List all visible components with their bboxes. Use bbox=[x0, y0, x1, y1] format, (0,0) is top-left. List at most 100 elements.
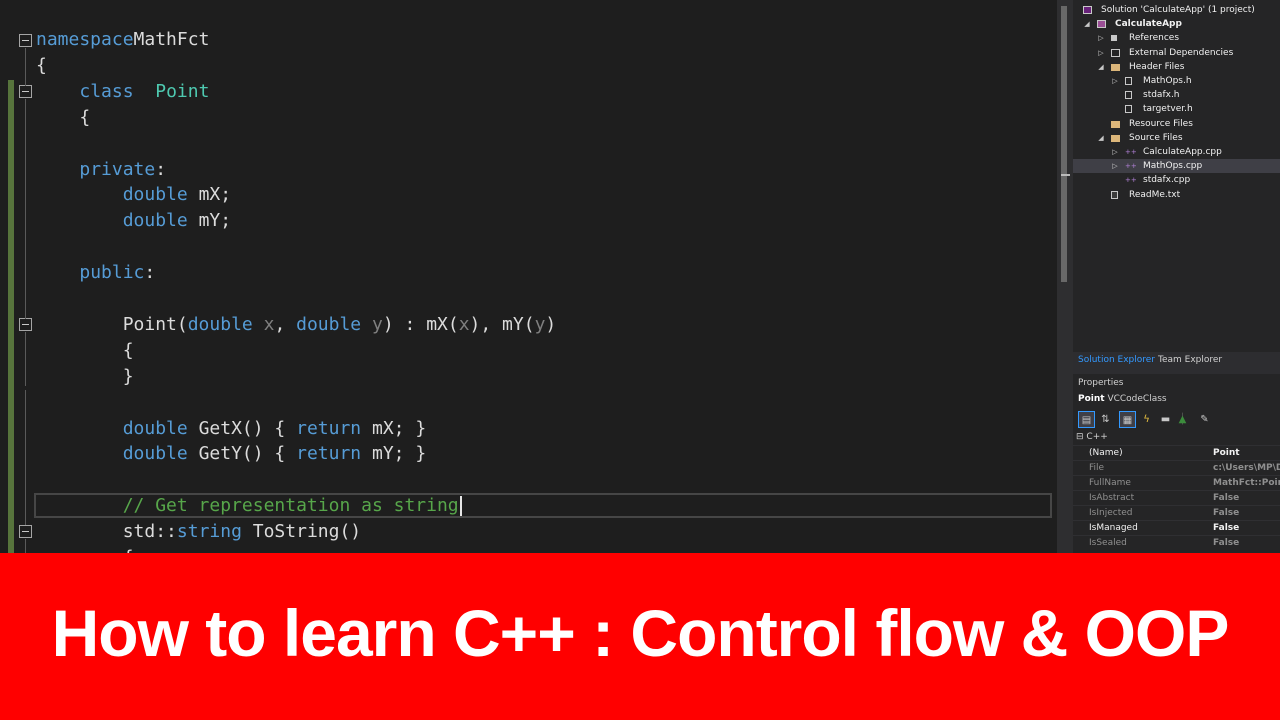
tree-item[interactable]: Solution 'CalculateApp' (1 project) bbox=[1073, 3, 1280, 17]
code-line[interactable]: double GetY() { return mY; } bbox=[36, 441, 426, 467]
property-value[interactable]: Point bbox=[1213, 446, 1240, 461]
code-token: ) bbox=[545, 313, 557, 335]
property-name: IsManaged bbox=[1089, 523, 1138, 533]
code-line[interactable]: double GetX() { return mX; } bbox=[36, 416, 426, 442]
expand-arrow-icon[interactable]: ▷ bbox=[1111, 74, 1119, 88]
cpp-file-icon bbox=[1125, 173, 1137, 187]
fold-guide bbox=[25, 390, 26, 525]
code-token: string bbox=[176, 521, 242, 543]
fold-toggle-constructor[interactable] bbox=[19, 318, 32, 331]
code-line[interactable]: { bbox=[36, 545, 134, 553]
splitter-handle[interactable] bbox=[1062, 174, 1070, 176]
code-line[interactable]: private: bbox=[36, 157, 166, 183]
property-row[interactable]: IsSealed False bbox=[1073, 535, 1280, 550]
code-line[interactable]: { bbox=[36, 105, 90, 131]
fold-guide bbox=[25, 48, 26, 86]
tree-item[interactable]: ◢ CalculateApp bbox=[1073, 17, 1280, 31]
scrollbar-thumb[interactable] bbox=[1061, 6, 1067, 282]
code-token: Fct bbox=[176, 29, 210, 50]
code-line[interactable]: namespaceMathFct bbox=[36, 27, 209, 53]
fold-guide bbox=[25, 332, 26, 386]
folder-icon bbox=[1111, 134, 1120, 142]
tree-item[interactable]: ▷ MathOps.h bbox=[1073, 74, 1280, 88]
alphabetical-sort-icon[interactable]: ⇅ bbox=[1097, 411, 1114, 428]
property-value[interactable]: c:\Users\MP\De bbox=[1213, 461, 1280, 476]
property-name: File bbox=[1089, 463, 1105, 473]
tree-item-label: stdafx.h bbox=[1143, 90, 1180, 101]
expand-arrow-icon[interactable]: ▷ bbox=[1097, 46, 1105, 60]
code-line[interactable]: double mY; bbox=[36, 208, 231, 234]
property-value[interactable]: False bbox=[1213, 521, 1239, 536]
properties-object-selector[interactable]: Point VCCodeClass bbox=[1078, 394, 1167, 404]
code-token: Math bbox=[133, 29, 177, 50]
property-pages-icon[interactable]: ▬ bbox=[1157, 411, 1174, 428]
tree-item[interactable]: ◢ Header Files bbox=[1073, 60, 1280, 74]
tree-item-label: MathOps.h bbox=[1143, 76, 1192, 86]
property-row[interactable]: File c:\Users\MP\De bbox=[1073, 460, 1280, 475]
category-header[interactable]: ⊟ C++ bbox=[1076, 432, 1108, 442]
header-file-icon bbox=[1125, 77, 1132, 85]
expand-arrow-icon[interactable]: ▷ bbox=[1111, 159, 1119, 173]
code-line[interactable]: double mX; bbox=[36, 182, 231, 208]
code-token: : bbox=[144, 262, 156, 284]
tree-item[interactable]: targetver.h bbox=[1073, 102, 1280, 116]
tree-item[interactable]: ▷ MathOps.cpp bbox=[1073, 159, 1280, 174]
property-value[interactable]: MathFct::Point bbox=[1213, 476, 1280, 491]
fold-toggle-tostring[interactable] bbox=[19, 525, 32, 538]
tree-item-label: External Dependencies bbox=[1129, 47, 1234, 58]
tree-item[interactable]: Resource Files bbox=[1073, 117, 1280, 131]
properties-view-icon[interactable]: ▦ bbox=[1119, 411, 1136, 428]
code-token: { bbox=[36, 54, 47, 76]
property-row[interactable]: IsInjected False bbox=[1073, 505, 1280, 520]
expand-arrow-icon[interactable]: ◢ bbox=[1097, 60, 1105, 74]
current-line-highlight bbox=[34, 493, 1052, 518]
collapse-icon[interactable]: ⊟ bbox=[1076, 432, 1086, 442]
property-row[interactable]: (Name) Point bbox=[1073, 445, 1280, 460]
tab-solution-explorer[interactable]: Solution Explorer bbox=[1078, 352, 1155, 368]
code-line[interactable]: { bbox=[36, 338, 134, 364]
property-row[interactable]: FullName MathFct::Point bbox=[1073, 475, 1280, 490]
tree-item[interactable]: ▷ CalculateApp.cpp bbox=[1073, 145, 1280, 159]
code-token: : bbox=[155, 158, 167, 180]
property-value[interactable]: False bbox=[1213, 506, 1239, 521]
code-line[interactable]: std::string ToString() bbox=[36, 519, 361, 545]
expand-arrow-icon[interactable]: ▷ bbox=[1111, 145, 1119, 159]
tree-item[interactable]: stdafx.cpp bbox=[1073, 173, 1280, 187]
code-token: double bbox=[122, 443, 188, 465]
code-token: mX; } bbox=[361, 417, 427, 439]
property-row[interactable]: IsAbstract False bbox=[1073, 490, 1280, 505]
tab-team-explorer[interactable]: Team Explorer bbox=[1158, 352, 1222, 368]
property-value[interactable]: False bbox=[1213, 491, 1239, 506]
expand-arrow-icon[interactable]: ▷ bbox=[1097, 31, 1105, 45]
properties-toolbar: ▤ ⇅ ▦ ϟ ▬ │ ▲ ✎ bbox=[1078, 411, 1278, 429]
property-value[interactable]: False bbox=[1213, 536, 1239, 551]
fold-toggle-class[interactable] bbox=[19, 85, 32, 98]
tree-item[interactable]: ▷ References bbox=[1073, 31, 1280, 45]
tree-item[interactable]: ◢ Source Files bbox=[1073, 131, 1280, 145]
tree-item[interactable]: stdafx.h bbox=[1073, 88, 1280, 102]
tree-item[interactable]: ▷ External Dependencies bbox=[1073, 46, 1280, 60]
code-line[interactable]: } bbox=[36, 364, 134, 390]
code-line[interactable]: { bbox=[36, 53, 47, 79]
tree-item-label: MathOps.cpp bbox=[1143, 161, 1203, 172]
references-icon bbox=[1111, 35, 1117, 42]
property-row[interactable]: IsManaged False bbox=[1073, 520, 1280, 535]
code-editor[interactable]: namespaceMathFct{ class Point { private:… bbox=[0, 0, 1057, 553]
code-line[interactable]: Point(double x, double y) : mX(x), mY(y) bbox=[36, 312, 557, 338]
expand-arrow-icon[interactable]: ◢ bbox=[1083, 17, 1091, 31]
fold-toggle-namespace[interactable] bbox=[19, 34, 32, 47]
editor-vertical-scrollbar[interactable] bbox=[1057, 0, 1073, 553]
banner-title: How to learn C++ : Control flow & OOP bbox=[51, 596, 1230, 670]
header-file-icon bbox=[1125, 91, 1132, 100]
object-type: VCCodeClass bbox=[1107, 394, 1167, 404]
property-name: IsAbstract bbox=[1089, 493, 1135, 503]
wrench-icon[interactable]: ✎ bbox=[1196, 411, 1213, 428]
expand-arrow-icon[interactable]: ◢ bbox=[1097, 131, 1105, 145]
categorized-view-icon[interactable]: ▤ bbox=[1078, 411, 1095, 428]
green-arrow-icon[interactable]: ▲ bbox=[1174, 411, 1191, 428]
events-icon[interactable]: ϟ bbox=[1138, 411, 1155, 428]
tree-item[interactable]: ReadMe.txt bbox=[1073, 188, 1280, 202]
code-line[interactable]: class Point bbox=[36, 79, 209, 105]
code-line[interactable]: public: bbox=[36, 260, 155, 286]
